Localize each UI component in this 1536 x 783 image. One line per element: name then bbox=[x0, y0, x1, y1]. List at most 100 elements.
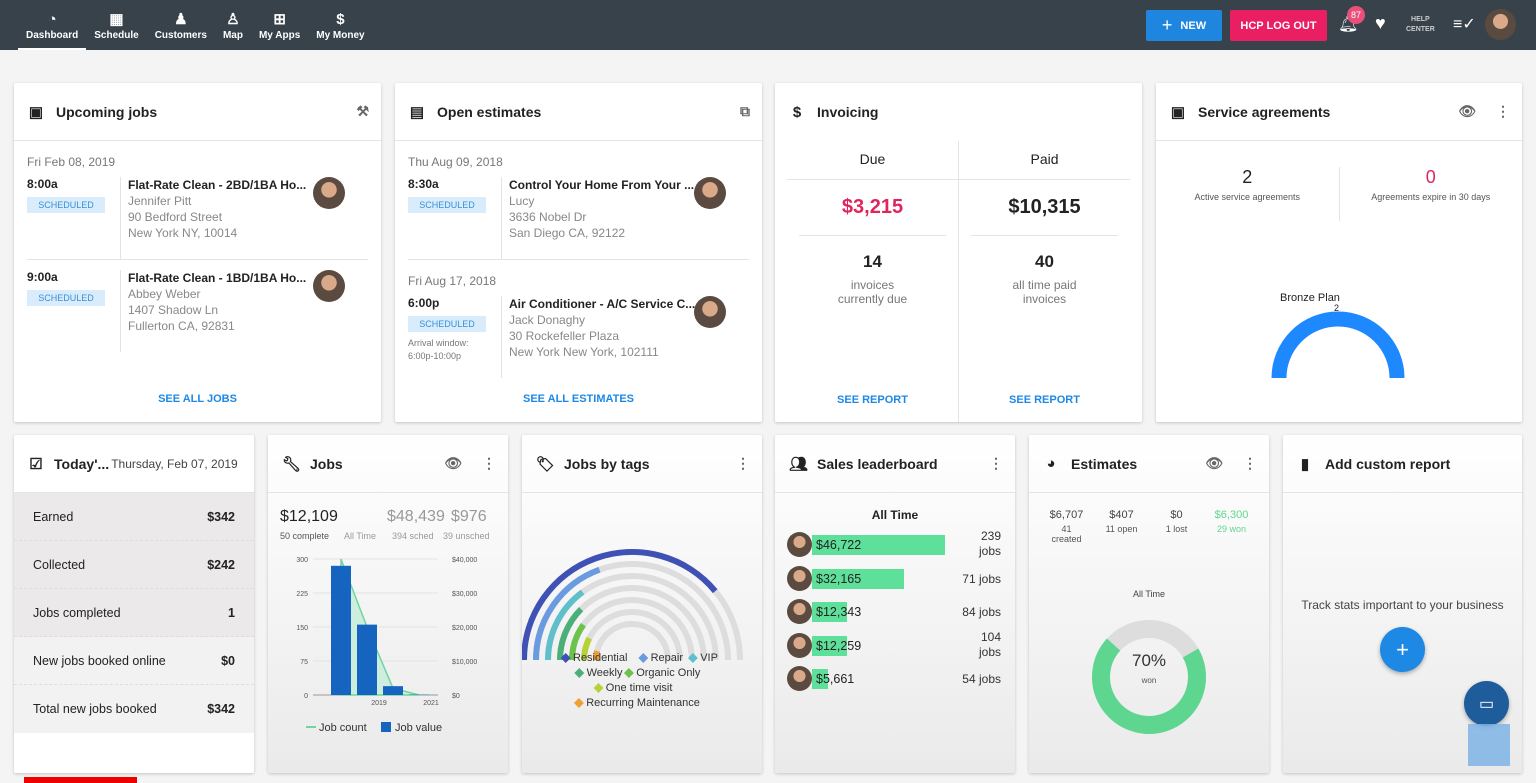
card-header: 🏷︎ Jobs by tags ⋮ bbox=[522, 435, 762, 493]
sched-amount: $48,439 bbox=[387, 508, 445, 525]
add-custom-report-button[interactable]: + bbox=[1380, 627, 1425, 672]
task-list-icon[interactable]: ≡✓ bbox=[1453, 14, 1476, 34]
chat-button[interactable]: ▭ bbox=[1464, 681, 1509, 726]
leaderboard-row[interactable]: $5,661 54 jobs bbox=[787, 666, 1007, 692]
paid-amount: $10,315 bbox=[971, 180, 1118, 236]
eye-icon[interactable]: 👁︎ bbox=[1205, 455, 1223, 472]
row-label: Jobs completed bbox=[33, 605, 121, 620]
card-title: Jobs by tags bbox=[564, 455, 650, 472]
card-header: 👥︎ Sales leaderboard ⋮ bbox=[775, 435, 1015, 493]
hcp-logout-button[interactable]: HCP LOG OUT bbox=[1230, 10, 1327, 41]
divider bbox=[408, 259, 749, 260]
speedometer-icon: ◔ bbox=[47, 10, 57, 28]
heart-pulse-icon[interactable]: ♥ bbox=[1375, 13, 1386, 34]
salesperson-avatar bbox=[787, 565, 812, 591]
see-all-jobs-link[interactable]: SEE ALL JOBS bbox=[14, 393, 381, 405]
city: San Diego CA, 92122 bbox=[509, 226, 626, 240]
job-item[interactable]: 9:00a SCHEDULED Flat-Rate Clean - 1BD/1BA… bbox=[14, 270, 381, 352]
row-label: New jobs booked online bbox=[33, 653, 166, 668]
wrench-icon[interactable]: ⚒ bbox=[356, 103, 369, 120]
estimate-item[interactable]: 6:00p SCHEDULED Arrival window: 6:00p-10:00… bbox=[395, 296, 762, 378]
nav-dashboard[interactable]: ◔ Dashboard bbox=[18, 0, 87, 50]
help-center-link[interactable]: HELP CENTER bbox=[1406, 15, 1435, 35]
employee-avatar bbox=[694, 177, 726, 209]
status-badge: SCHEDULED bbox=[27, 197, 105, 213]
job-item[interactable]: 8:00a SCHEDULED Flat-Rate Clean - 2BD/1BA… bbox=[14, 177, 381, 259]
card-header: ◕ Estimates 👁︎ ⋮ bbox=[1029, 435, 1269, 493]
service-agreements-card: ▣ Service agreements 👁︎ ⋮ 2 Active service a… bbox=[1156, 83, 1522, 422]
status-badge: SCHEDULED bbox=[27, 290, 105, 306]
date-heading: Fri Aug 17, 2018 bbox=[408, 274, 497, 288]
user-avatar[interactable] bbox=[1485, 9, 1516, 40]
paid-see-report-link[interactable]: SEE REPORT bbox=[959, 394, 1130, 406]
nav-my-money[interactable]: $ My Money bbox=[308, 0, 372, 50]
new-button[interactable]: + NEW bbox=[1146, 10, 1222, 41]
nav-my-apps[interactable]: ⊞ My Apps bbox=[251, 0, 308, 50]
today-card: ☑ Today'... Thursday, Feb 07, 2019 Earned $… bbox=[14, 435, 254, 773]
estimate-stat-won: $6,300 29 won bbox=[1204, 509, 1259, 544]
nav-map[interactable]: ♙ Map bbox=[215, 0, 251, 50]
estimate-title: Control Your Home From Your ... bbox=[509, 178, 695, 192]
y-right-tick: $10,000 bbox=[452, 659, 477, 666]
more-vert-icon[interactable]: ⋮ bbox=[482, 455, 496, 472]
estimate-item[interactable]: 8:30a SCHEDULED Control Your Home From Yo… bbox=[395, 177, 762, 259]
salesperson-avatar bbox=[787, 666, 812, 691]
card-title: Today'... bbox=[54, 455, 110, 472]
complete-label: 50 complete bbox=[280, 531, 330, 541]
leaderboard-row[interactable]: $32,165 71 jobs bbox=[787, 565, 1007, 592]
video-progress-bar[interactable] bbox=[24, 777, 137, 783]
more-vert-icon[interactable]: ⋮ bbox=[1496, 103, 1510, 120]
period-label: All Time bbox=[1132, 589, 1165, 599]
gauge-arc-bronze-plan bbox=[1271, 311, 1405, 379]
new-label: NEW bbox=[1180, 19, 1207, 32]
more-vert-icon[interactable]: ⋮ bbox=[736, 455, 750, 472]
estimate-time: 8:30a bbox=[408, 177, 439, 191]
help-line1: HELP bbox=[1411, 16, 1430, 23]
due-see-report-link[interactable]: SEE REPORT bbox=[787, 394, 958, 406]
donut-center-value: 70% bbox=[1131, 651, 1167, 670]
y-right-tick: $40,000 bbox=[452, 557, 477, 564]
invoicing-card: $ Invoicing Due $3,215 14 invoices curren… bbox=[775, 83, 1142, 422]
row-value: $342 bbox=[207, 509, 235, 524]
leaderboard-row[interactable]: $46,722 239 jobs bbox=[787, 529, 1007, 558]
estimate-time: 6:00p bbox=[408, 296, 440, 310]
nav-customers[interactable]: ♟ Customers bbox=[147, 0, 215, 50]
sales-jobs: 71 jobs bbox=[962, 571, 1001, 586]
leaderboard-row[interactable]: $12,259 104 jobs bbox=[787, 630, 1007, 659]
dollar-icon: $ bbox=[336, 10, 345, 28]
more-vert-icon[interactable]: ⋮ bbox=[989, 455, 1003, 472]
card-header: ▤ Open estimates ⧉ bbox=[395, 83, 762, 141]
eye-icon[interactable]: 👁︎ bbox=[1458, 103, 1476, 120]
row-value: $242 bbox=[207, 557, 235, 572]
street: 1407 Shadow Ln bbox=[128, 303, 219, 317]
see-all-estimates-link[interactable]: SEE ALL ESTIMATES bbox=[395, 393, 762, 405]
estimate-stat-open: $407 11 open bbox=[1094, 509, 1149, 544]
nav-label: Dashboard bbox=[26, 29, 79, 41]
y-right-tick: $0 bbox=[452, 693, 460, 700]
help-line2: CENTER bbox=[1406, 26, 1435, 33]
legend-label: Job value bbox=[395, 722, 442, 734]
job-value-bar bbox=[383, 686, 403, 695]
calendar-icon: ▣ bbox=[28, 103, 44, 121]
person-icon: ♟ bbox=[174, 10, 188, 28]
paid-count: 40 bbox=[1035, 252, 1054, 271]
nav-schedule[interactable]: ▦ Schedule bbox=[86, 0, 146, 50]
tag-legend-icon bbox=[623, 668, 634, 678]
customer-name: Lucy bbox=[509, 194, 535, 208]
sales-amount: $46,722 bbox=[816, 538, 862, 552]
map-pin-icon: ♙ bbox=[226, 10, 240, 28]
job-time: 9:00a bbox=[27, 270, 58, 284]
jobs-by-tags-chart: Residential Repair VIP Weekly Organic Only On… bbox=[522, 549, 743, 709]
row-value: 1 bbox=[228, 605, 235, 620]
y-left-tick: 75 bbox=[300, 659, 308, 666]
eye-icon[interactable]: 👁︎ bbox=[444, 455, 462, 472]
due-label: Due bbox=[787, 141, 958, 180]
employee-avatar bbox=[313, 270, 345, 302]
leaderboard-row[interactable]: $12,343 84 jobs bbox=[787, 599, 1007, 625]
tag-legend-label: One time visit bbox=[606, 682, 673, 694]
tag-track bbox=[522, 549, 743, 661]
x-tick: 2021 bbox=[423, 700, 439, 707]
more-vert-icon[interactable]: ⋮ bbox=[1243, 455, 1257, 472]
nav-label: Map bbox=[222, 29, 243, 41]
add-estimate-icon[interactable]: ⧉ bbox=[740, 103, 750, 120]
